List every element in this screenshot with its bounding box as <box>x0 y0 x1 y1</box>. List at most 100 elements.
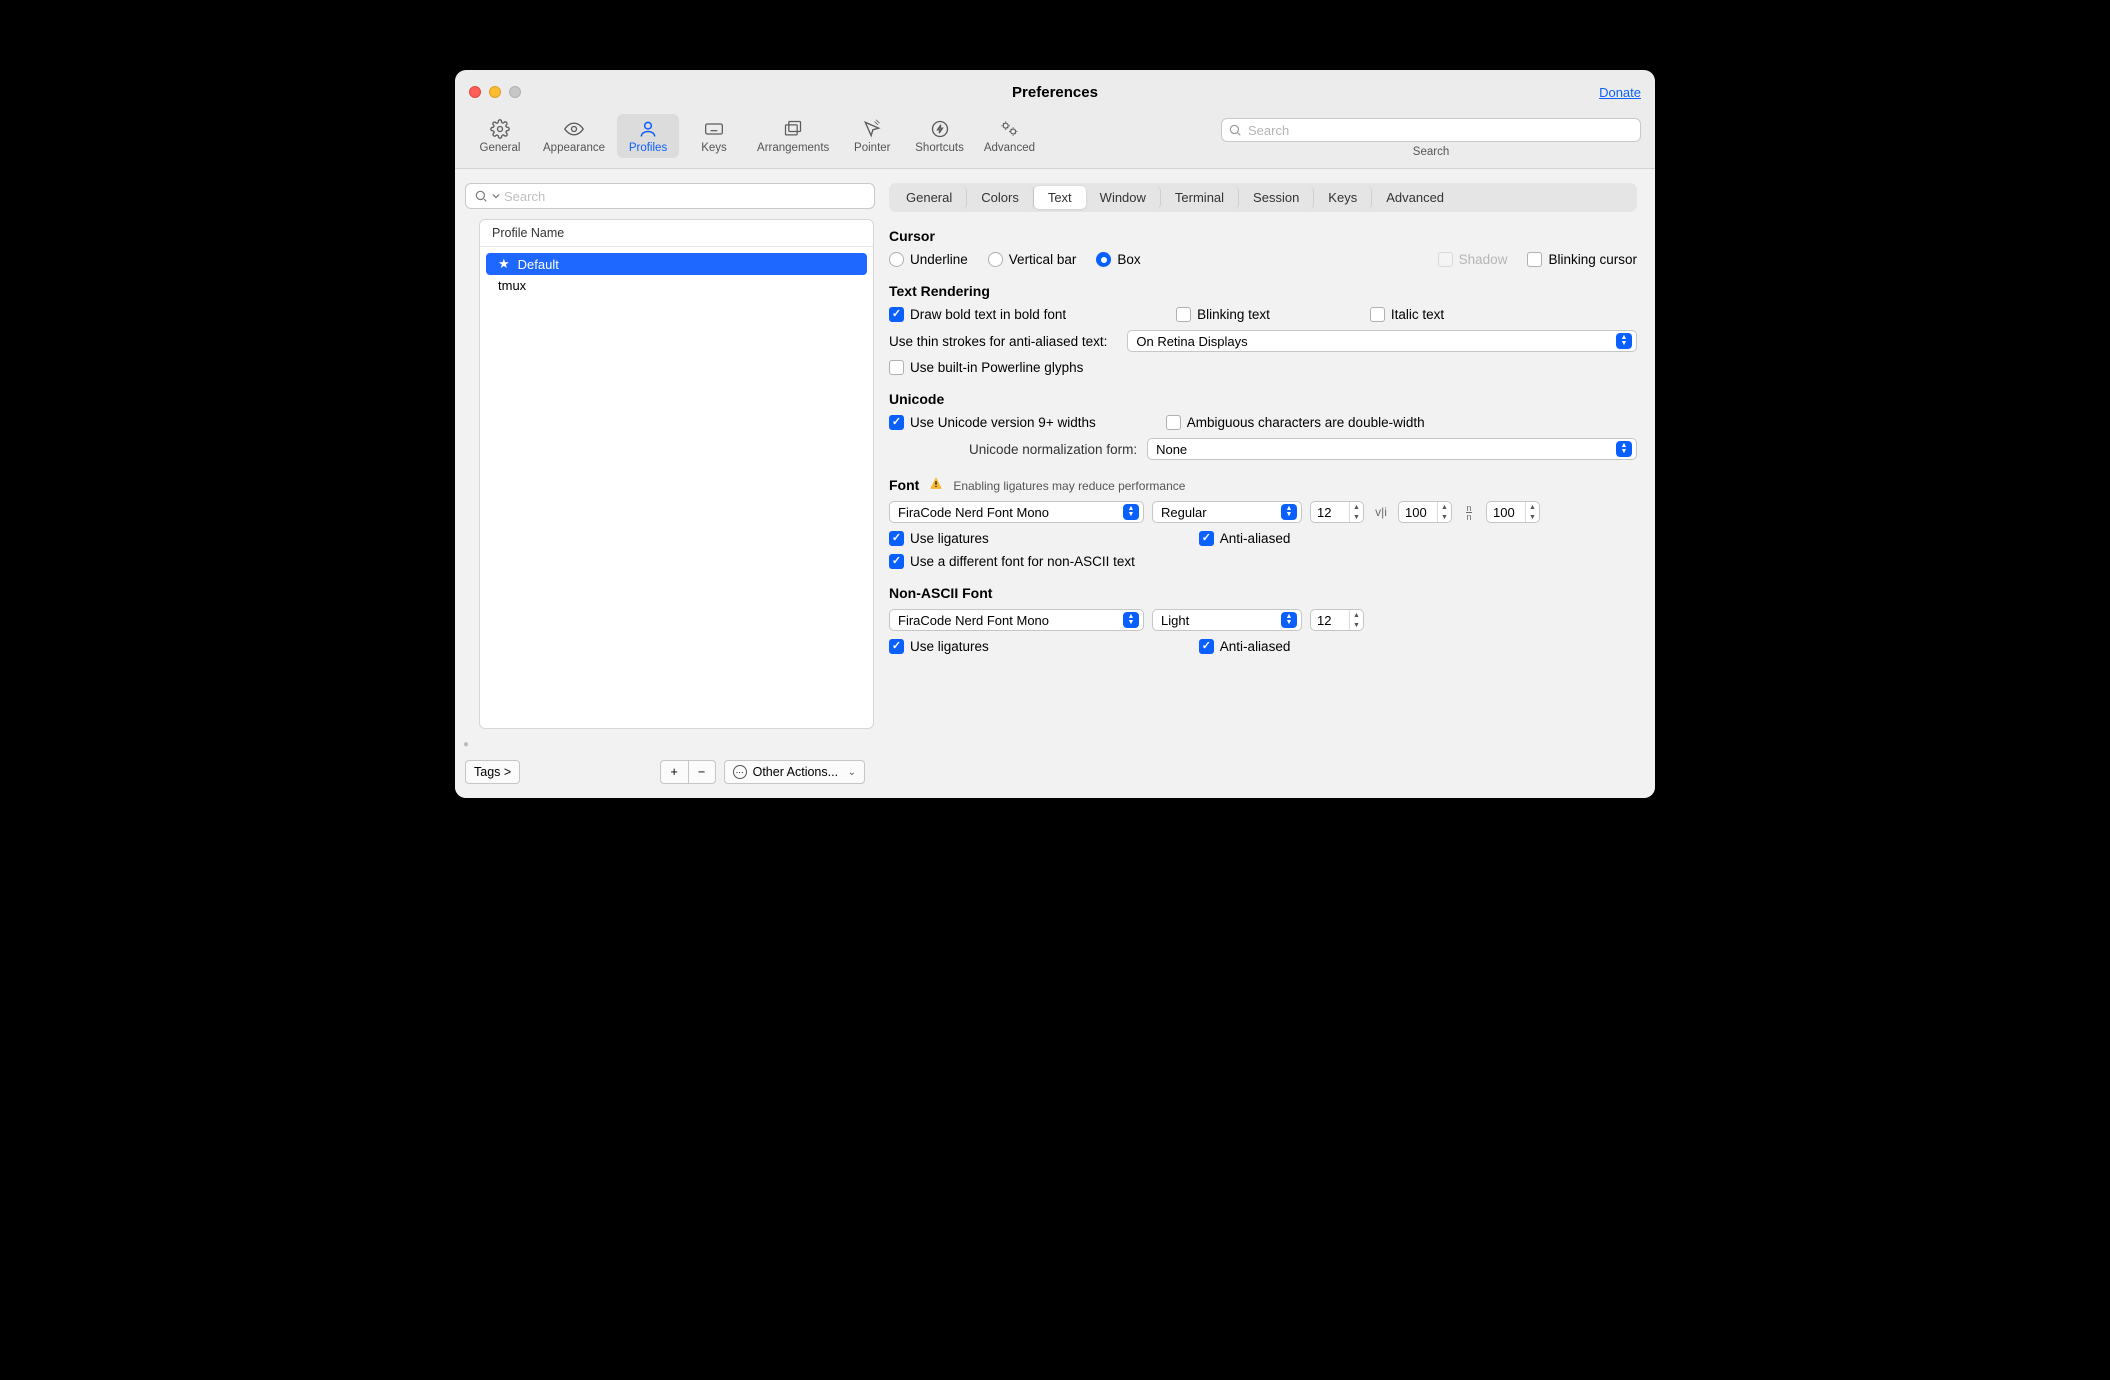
select-arrows-icon: ▲▼ <box>1123 612 1139 628</box>
toolbar-label: General <box>480 142 521 154</box>
preferences-window: Preferences Donate General Appearance <box>455 70 1655 798</box>
nonascii-ligatures-checkbox[interactable]: Use ligatures <box>889 639 989 654</box>
profile-search-input[interactable] <box>504 189 866 204</box>
italic-text-checkbox[interactable]: Italic text <box>1370 307 1444 322</box>
font-size-stepper[interactable]: ▲▼ <box>1310 501 1364 523</box>
toolbar-item-appearance[interactable]: Appearance <box>535 114 613 158</box>
vspacing-input[interactable] <box>1487 505 1525 520</box>
toolbar-item-profiles[interactable]: Profiles <box>617 114 679 158</box>
subtab-colors[interactable]: Colors <box>967 186 1034 209</box>
select-arrows-icon: ▲▼ <box>1616 441 1632 457</box>
thin-strokes-select[interactable]: On Retina Displays ▲▼ <box>1127 330 1637 352</box>
checkbox-label: Use Unicode version 9+ widths <box>910 415 1096 430</box>
minimize-icon[interactable] <box>489 86 501 98</box>
blinking-text-checkbox[interactable]: Blinking text <box>1176 307 1270 322</box>
select-arrows-icon: ▲▼ <box>1281 612 1297 628</box>
ambiguous-width-checkbox[interactable]: Ambiguous characters are double-width <box>1166 415 1425 430</box>
tags-button[interactable]: Tags > <box>465 760 520 784</box>
toolbar-search-input[interactable] <box>1221 118 1641 142</box>
profile-row-default[interactable]: ★ Default <box>486 253 867 275</box>
toolbar-item-arrangements[interactable]: Arrangements <box>749 114 837 158</box>
vertical-spacing-icon: nn <box>1460 503 1478 521</box>
close-icon[interactable] <box>469 86 481 98</box>
bold-text-checkbox[interactable]: Draw bold text in bold font <box>889 307 1066 322</box>
stepper-arrows-icon[interactable]: ▲▼ <box>1525 502 1539 522</box>
checkbox-label: Use built-in Powerline glyphs <box>910 360 1083 375</box>
non-ascii-font-checkbox[interactable]: Use a different font for non-ASCII text <box>889 554 1135 569</box>
other-actions-label: Other Actions... <box>753 765 838 779</box>
other-actions-dropdown[interactable]: ⋯ Other Actions... ⌄ <box>724 760 865 784</box>
font-family-select[interactable]: FiraCode Nerd Font Mono ▲▼ <box>889 501 1144 523</box>
select-value: On Retina Displays <box>1136 334 1610 349</box>
content-pane: General Colors Text Window Terminal Sess… <box>875 169 1655 798</box>
toolbar-item-shortcuts[interactable]: Shortcuts <box>907 114 972 158</box>
nonascii-size-stepper[interactable]: ▲▼ <box>1310 609 1364 631</box>
nonascii-family-select[interactable]: FiraCode Nerd Font Mono ▲▼ <box>889 609 1144 631</box>
select-value: Regular <box>1161 505 1275 520</box>
remove-profile-button[interactable]: − <box>688 760 716 784</box>
font-size-input[interactable] <box>1311 505 1349 520</box>
checkbox-label: Use ligatures <box>910 639 989 654</box>
sidebar: Profile Name ★ Default tmux ● Tags > <box>455 169 875 798</box>
stepper-arrows-icon[interactable]: ▲▼ <box>1349 502 1363 522</box>
hspacing-input[interactable] <box>1399 505 1437 520</box>
titlebar: Preferences Donate <box>455 70 1655 114</box>
toolbar-item-keys[interactable]: Keys <box>683 114 745 158</box>
unicode-v9-checkbox[interactable]: Use Unicode version 9+ widths <box>889 415 1096 430</box>
subtab-general[interactable]: General <box>892 186 967 209</box>
donate-link[interactable]: Donate <box>1599 85 1641 100</box>
subtab-keys[interactable]: Keys <box>1314 186 1372 209</box>
subtab-terminal[interactable]: Terminal <box>1161 186 1239 209</box>
gears-icon <box>995 118 1023 140</box>
checkbox-label: Anti-aliased <box>1220 639 1291 654</box>
search-icon <box>474 189 488 203</box>
subtab-window[interactable]: Window <box>1086 186 1161 209</box>
subtab-text[interactable]: Text <box>1034 186 1086 209</box>
subtab-advanced[interactable]: Advanced <box>1372 186 1458 209</box>
keyboard-icon <box>700 118 728 140</box>
profile-search[interactable] <box>465 183 875 209</box>
radio-label: Underline <box>910 252 968 267</box>
profile-row-tmux[interactable]: tmux <box>486 275 867 296</box>
toolbar-item-advanced[interactable]: Advanced <box>976 114 1043 158</box>
font-ligatures-checkbox[interactable]: Use ligatures <box>889 531 989 546</box>
font-heading: Font <box>889 477 919 493</box>
chevron-down-icon <box>492 192 500 200</box>
subtab-bar: General Colors Text Window Terminal Sess… <box>889 183 1637 212</box>
nonascii-style-select[interactable]: Light ▲▼ <box>1152 609 1302 631</box>
nonascii-antialiased-checkbox[interactable]: Anti-aliased <box>1199 639 1291 654</box>
checkbox-label: Blinking cursor <box>1548 252 1637 267</box>
cursor-blinking-checkbox[interactable]: Blinking cursor <box>1527 252 1637 267</box>
radio-label: Box <box>1117 252 1140 267</box>
cursor-icon <box>858 118 886 140</box>
toolbar-label: Appearance <box>543 142 605 154</box>
cursor-box-radio[interactable]: Box <box>1096 252 1140 267</box>
select-arrows-icon: ▲▼ <box>1123 504 1139 520</box>
stepper-arrows-icon[interactable]: ▲▼ <box>1349 610 1363 630</box>
normalization-select[interactable]: None ▲▼ <box>1147 438 1637 460</box>
non-ascii-font-heading: Non-ASCII Font <box>889 585 1637 601</box>
traffic-lights <box>469 86 521 98</box>
cursor-vertical-radio[interactable]: Vertical bar <box>988 252 1077 267</box>
zoom-icon[interactable] <box>509 86 521 98</box>
nonascii-size-input[interactable] <box>1311 613 1349 628</box>
stepper-arrows-icon[interactable]: ▲▼ <box>1437 502 1451 522</box>
bolt-circle-icon <box>926 118 954 140</box>
font-style-select[interactable]: Regular ▲▼ <box>1152 501 1302 523</box>
toolbar-item-pointer[interactable]: Pointer <box>841 114 903 158</box>
cursor-underline-radio[interactable]: Underline <box>889 252 968 267</box>
horizontal-spacing-icon: v|i <box>1372 503 1390 521</box>
ellipsis-circle-icon: ⋯ <box>733 765 747 779</box>
toolbar-item-general[interactable]: General <box>469 114 531 158</box>
add-profile-button[interactable]: + <box>660 760 688 784</box>
vspacing-stepper[interactable]: ▲▼ <box>1486 501 1540 523</box>
hspacing-stepper[interactable]: ▲▼ <box>1398 501 1452 523</box>
drag-dot-icon: ● <box>463 739 469 750</box>
select-arrows-icon: ▲▼ <box>1281 504 1297 520</box>
checkbox-label: Blinking text <box>1197 307 1270 322</box>
subtab-session[interactable]: Session <box>1239 186 1314 209</box>
checkbox-label: Ambiguous characters are double-width <box>1187 415 1425 430</box>
select-value: FiraCode Nerd Font Mono <box>898 613 1117 628</box>
font-antialiased-checkbox[interactable]: Anti-aliased <box>1199 531 1291 546</box>
powerline-checkbox[interactable]: Use built-in Powerline glyphs <box>889 360 1083 375</box>
